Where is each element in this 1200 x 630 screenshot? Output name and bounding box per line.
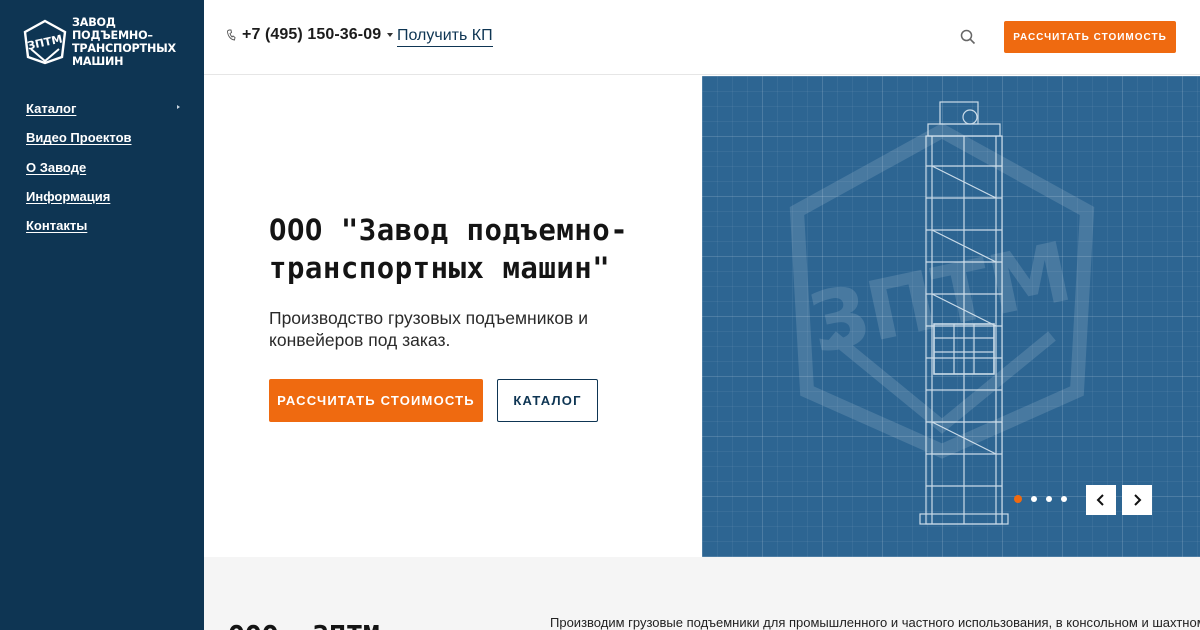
chevron-down-icon[interactable] xyxy=(387,33,394,37)
sidebar: ЗПТМ ЗАВОД ПОДЪЕМНО– ТРАНСПОРТНЫХ МАШИН … xyxy=(0,0,204,630)
phone-icon xyxy=(227,29,236,41)
sidebar-item-label[interactable]: О Заводе xyxy=(26,160,86,175)
about-text: Производим грузовые подъемники для промы… xyxy=(550,615,1200,630)
slider-dot[interactable] xyxy=(1031,496,1037,502)
sidebar-item-label[interactable]: Каталог xyxy=(26,101,76,116)
sidebar-item-about-factory[interactable]: О Заводе xyxy=(26,159,186,188)
sidebar-item-label[interactable]: Видео Проектов xyxy=(26,130,132,145)
search-icon[interactable] xyxy=(960,29,976,45)
header: +7 (495) 150-36-09 Получить КП РАССЧИТАТ… xyxy=(204,0,1200,75)
sidebar-item-information[interactable]: Информация xyxy=(26,188,186,217)
hero-calculate-cost-button[interactable]: РАССЧИТАТЬ СТОИМОСТЬ xyxy=(269,379,483,422)
hero-slider: ЗПТМ xyxy=(702,76,1200,557)
chevron-right-icon xyxy=(1134,494,1142,506)
brand-name: ЗАВОД ПОДЪЕМНО– ТРАНСПОРТНЫХ МАШИН xyxy=(72,16,194,68)
sidebar-item-label[interactable]: Контакты xyxy=(26,218,87,233)
hero-title-line2: транспортных машин" xyxy=(269,251,611,285)
hero-title-line1: ООО "Завод подъемно- xyxy=(269,213,629,247)
get-quote-link[interactable]: Получить КП xyxy=(397,27,493,47)
slider-dot-active[interactable] xyxy=(1014,495,1022,503)
slider-dot[interactable] xyxy=(1046,496,1052,502)
logo-mark-icon: ЗПТМ xyxy=(23,19,67,65)
hero-content: ООО "Завод подъемно- транспортных машин"… xyxy=(204,76,702,557)
caret-right-icon[interactable] xyxy=(177,105,180,109)
hero-catalog-button[interactable]: КАТАЛОГ xyxy=(497,379,598,422)
chevron-left-icon xyxy=(1096,494,1104,506)
sidebar-item-video-projects[interactable]: Видео Проектов xyxy=(26,129,186,158)
sidebar-item-label[interactable]: Информация xyxy=(26,189,110,204)
sidebar-item-catalog[interactable]: Каталог xyxy=(26,100,186,129)
sidebar-nav: Каталог Видео Проектов О Заводе Информац… xyxy=(26,100,186,246)
slider-dot[interactable] xyxy=(1061,496,1067,502)
about-section: ООО «ЗПТМ» Производим грузовые подъемник… xyxy=(204,557,1200,630)
slider-next-button[interactable] xyxy=(1122,485,1152,515)
logo[interactable]: ЗПТМ ЗАВОД ПОДЪЕМНО– ТРАНСПОРТНЫХ МАШИН xyxy=(22,16,194,68)
brand-name-line2: ТРАНСПОРТНЫХ МАШИН xyxy=(72,42,176,68)
phone-selector[interactable]: +7 (495) 150-36-09 xyxy=(226,26,394,44)
about-title: ООО «ЗПТМ» xyxy=(228,619,397,630)
brand-name-line1: ЗАВОД ПОДЪЕМНО– xyxy=(72,16,153,42)
hero-subtitle: Производство грузовых подъемников и конв… xyxy=(269,308,588,350)
slider-prev-button[interactable] xyxy=(1086,485,1116,515)
hero-title: ООО "Завод подъемно- транспортных машин" xyxy=(269,211,689,287)
calculate-cost-button[interactable]: РАССЧИТАТЬ СТОИМОСТЬ xyxy=(1004,21,1176,53)
sidebar-item-contacts[interactable]: Контакты xyxy=(26,217,186,246)
slider-dots xyxy=(1014,495,1076,503)
phone-number[interactable]: +7 (495) 150-36-09 xyxy=(242,26,381,44)
watermark-logo: ЗПТМ xyxy=(789,123,1095,459)
